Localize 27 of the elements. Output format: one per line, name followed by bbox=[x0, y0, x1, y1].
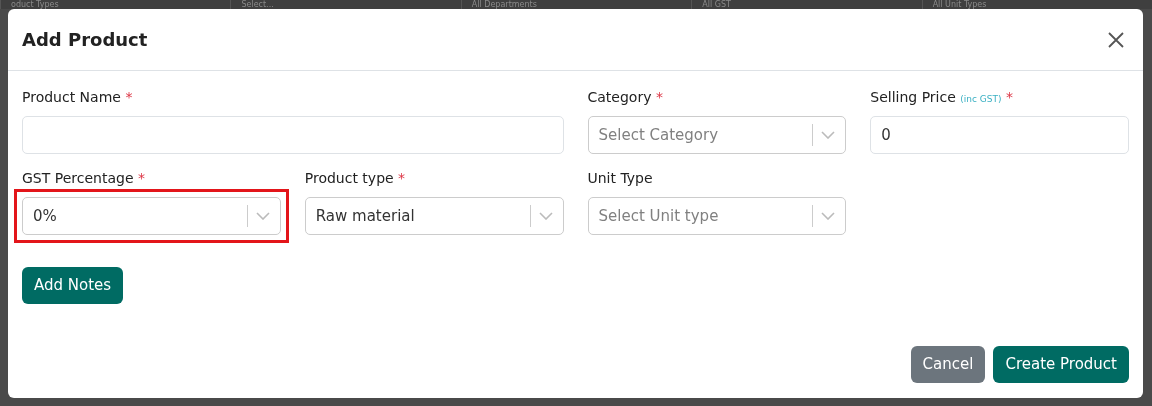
hint-text: (inc GST) bbox=[960, 94, 1002, 104]
chevron-down-icon bbox=[821, 212, 836, 220]
chevron-down-icon bbox=[538, 212, 553, 220]
required-marker: * bbox=[137, 170, 145, 186]
required-marker: * bbox=[125, 89, 133, 105]
field-label: Product Name bbox=[22, 89, 121, 105]
required-marker: * bbox=[398, 170, 406, 186]
required-marker: * bbox=[655, 89, 663, 105]
field-label: Selling Price bbox=[870, 89, 956, 105]
text-field[interactable]: 0 bbox=[870, 116, 1129, 154]
field-label: Product type bbox=[304, 170, 394, 186]
cancel-button[interactable]: Cancel bbox=[910, 346, 986, 383]
select-field[interactable]: 0% bbox=[22, 197, 281, 235]
required-marker: * bbox=[1005, 89, 1013, 105]
create-button[interactable]: Create Product bbox=[993, 346, 1129, 383]
add-notes-button[interactable]: Add Notes bbox=[22, 267, 124, 304]
modal-title: Add Product bbox=[22, 28, 148, 51]
select-field[interactable]: Select Category bbox=[587, 116, 847, 154]
field-label: Unit Type bbox=[587, 170, 653, 186]
text-field[interactable] bbox=[22, 116, 564, 154]
chevron-down-icon bbox=[821, 131, 836, 139]
select-field[interactable]: Select Unit type bbox=[587, 197, 847, 235]
select-field[interactable]: Raw material bbox=[304, 197, 564, 235]
close-icon bbox=[1107, 30, 1125, 49]
field-label: Category bbox=[587, 89, 652, 105]
field-label: GST Percentage bbox=[22, 170, 134, 186]
chevron-down-icon bbox=[255, 212, 270, 220]
